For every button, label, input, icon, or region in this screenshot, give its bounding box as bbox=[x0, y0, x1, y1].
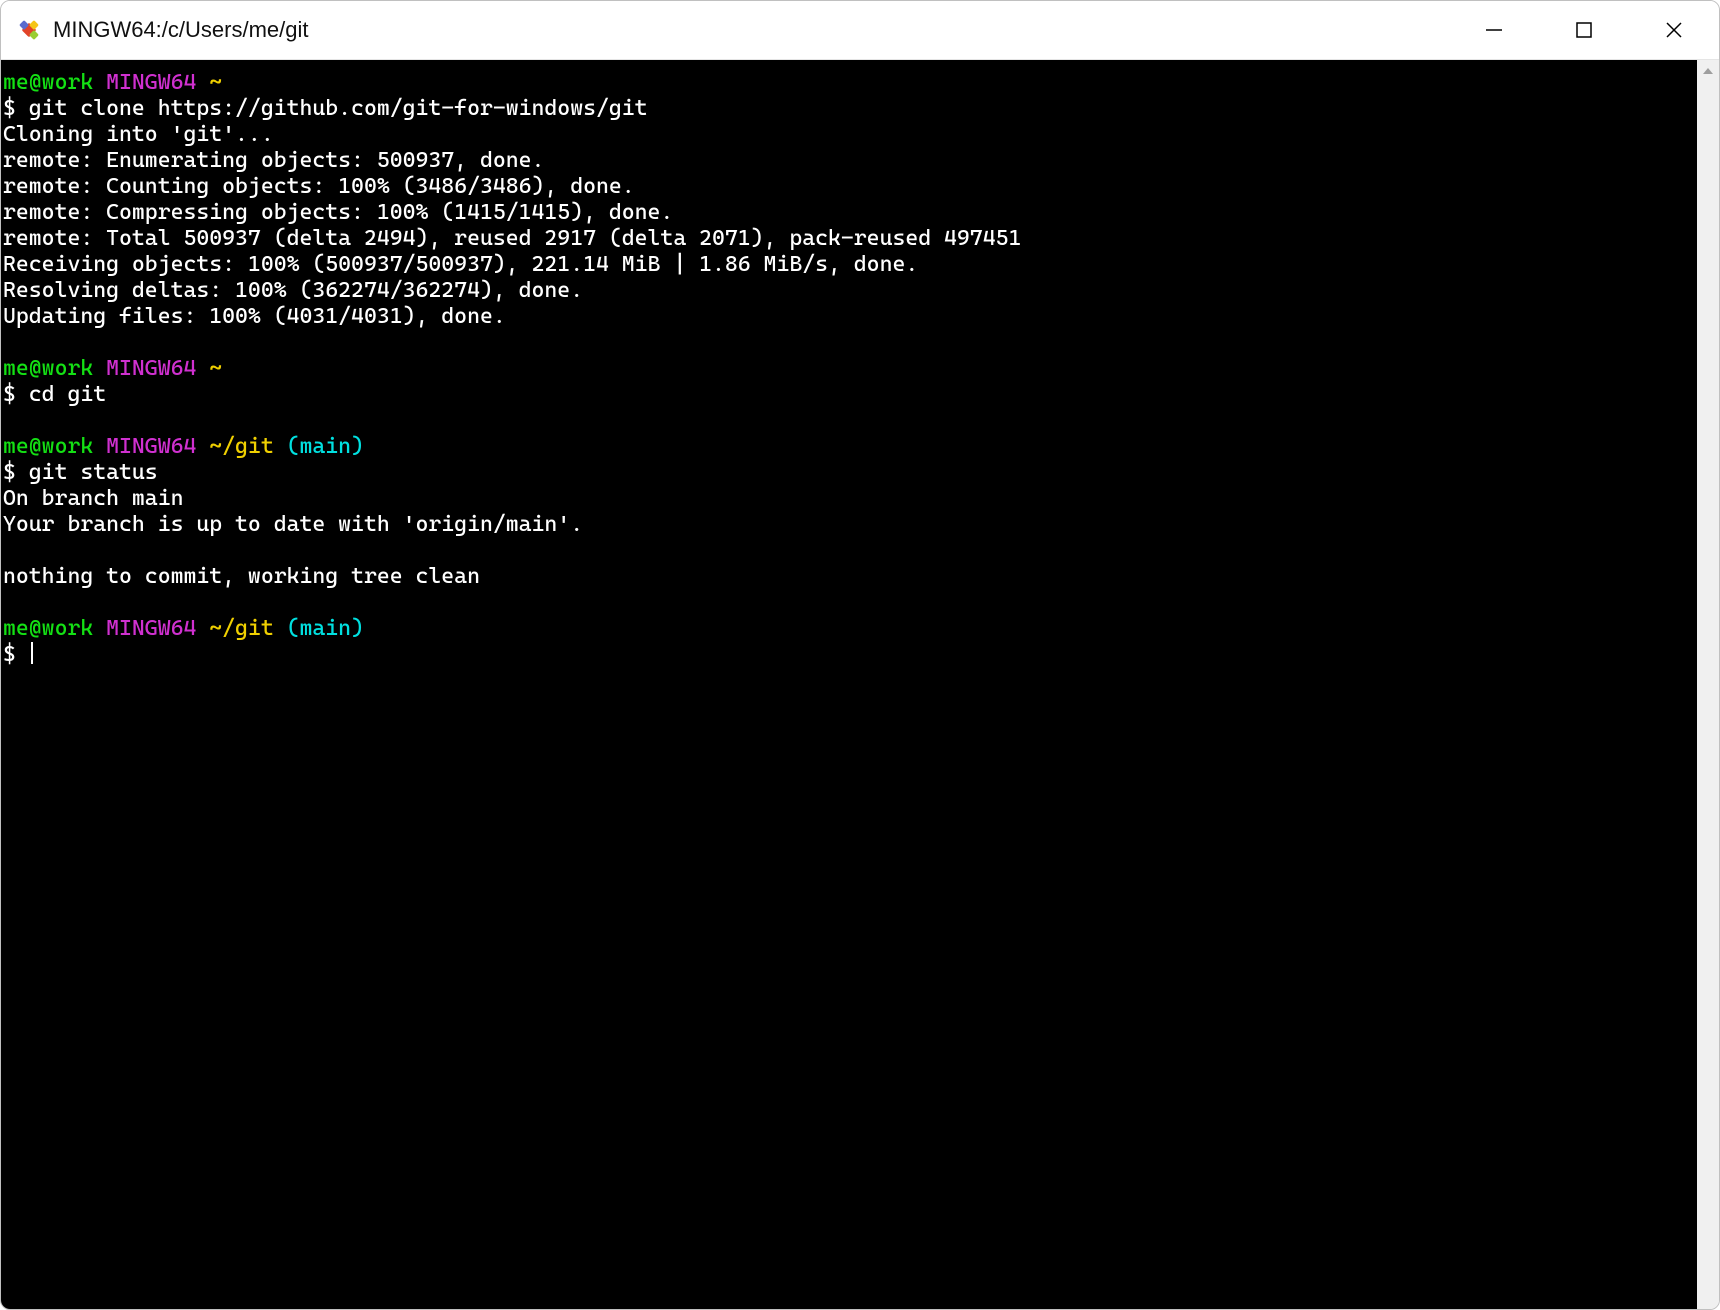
prompt-shell: MINGW64 bbox=[106, 434, 196, 459]
prompt-path: ~ bbox=[209, 356, 222, 381]
prompt-branch: (main) bbox=[287, 616, 364, 641]
prompt-sigil: $ bbox=[3, 96, 16, 121]
titlebar[interactable]: MINGW64:/c/Users/me/git bbox=[1, 1, 1719, 60]
git-bash-icon bbox=[15, 16, 43, 44]
client-area: me@work MINGW64 ~ $ git clone https://gi… bbox=[1, 60, 1719, 1309]
prompt-branch: (main) bbox=[287, 434, 364, 459]
output-line: nothing to commit, working tree clean bbox=[3, 564, 480, 589]
terminal[interactable]: me@work MINGW64 ~ $ git clone https://gi… bbox=[1, 60, 1697, 1309]
output-line: Cloning into 'git'... bbox=[3, 122, 274, 147]
cmd-git-status: git status bbox=[29, 460, 158, 485]
prompt-sigil: $ bbox=[3, 460, 16, 485]
prompt-user-host: me@work bbox=[3, 356, 93, 381]
git-bash-window: MINGW64:/c/Users/me/git me@work MINGW64 … bbox=[0, 0, 1720, 1310]
window-title: MINGW64:/c/Users/me/git bbox=[53, 17, 1449, 43]
output-line: Receiving objects: 100% (500937/500937),… bbox=[3, 252, 918, 277]
output-line: Resolving deltas: 100% (362274/362274), … bbox=[3, 278, 583, 303]
output-line: Updating files: 100% (4031/4031), done. bbox=[3, 304, 506, 329]
maximize-button[interactable] bbox=[1539, 1, 1629, 59]
cmd-git-clone: git clone https://github.com/git-for-win… bbox=[29, 96, 648, 121]
output-line: On branch main bbox=[3, 486, 183, 511]
text-cursor bbox=[31, 642, 33, 664]
scrollbar-up-arrow-icon[interactable] bbox=[1697, 60, 1719, 82]
prompt-path: ~/git bbox=[209, 434, 273, 459]
prompt-path: ~ bbox=[209, 70, 222, 95]
prompt-user-host: me@work bbox=[3, 70, 93, 95]
prompt-path: ~/git bbox=[209, 616, 273, 641]
prompt-shell: MINGW64 bbox=[106, 616, 196, 641]
output-line: remote: Enumerating objects: 500937, don… bbox=[3, 148, 544, 173]
prompt-user-host: me@work bbox=[3, 616, 93, 641]
output-line: remote: Total 500937 (delta 2494), reuse… bbox=[3, 226, 1021, 251]
prompt-sigil: $ bbox=[3, 642, 16, 667]
close-button[interactable] bbox=[1629, 1, 1719, 59]
output-line: remote: Counting objects: 100% (3486/348… bbox=[3, 174, 635, 199]
cmd-cd-git: cd git bbox=[29, 382, 106, 407]
prompt-shell: MINGW64 bbox=[106, 356, 196, 381]
prompt-user-host: me@work bbox=[3, 434, 93, 459]
output-line: Your branch is up to date with 'origin/m… bbox=[3, 512, 583, 537]
window-controls bbox=[1449, 1, 1719, 59]
minimize-button[interactable] bbox=[1449, 1, 1539, 59]
prompt-sigil: $ bbox=[3, 382, 16, 407]
vertical-scrollbar[interactable] bbox=[1697, 60, 1719, 1309]
prompt-shell: MINGW64 bbox=[106, 70, 196, 95]
output-line: remote: Compressing objects: 100% (1415/… bbox=[3, 200, 673, 225]
